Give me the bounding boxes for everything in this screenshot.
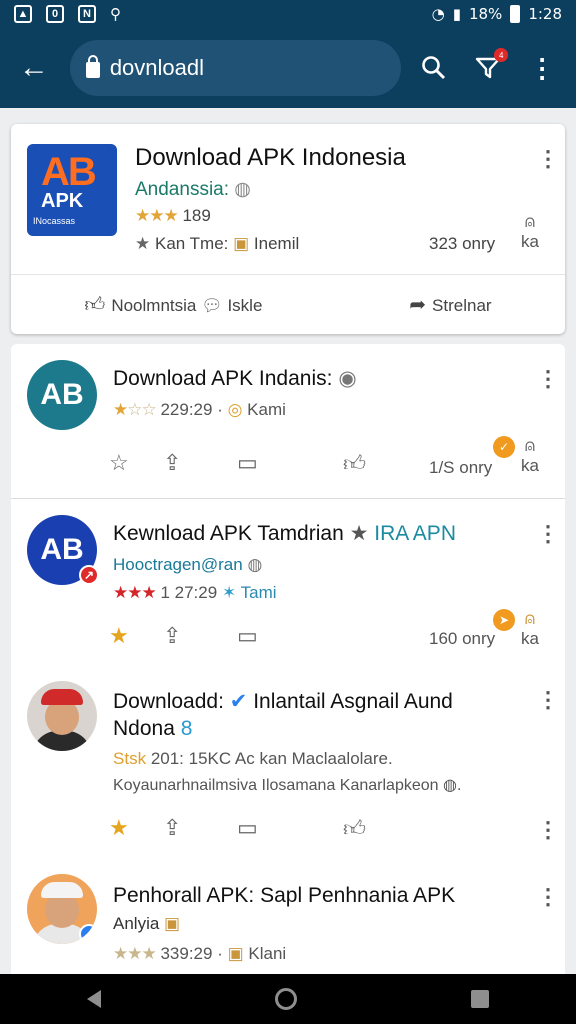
size-text: 323 onry	[429, 234, 496, 253]
item-rating: ★★★ 339:29 · ▣ Klani	[113, 944, 287, 963]
filter-button[interactable]: 4	[466, 46, 510, 90]
search-button[interactable]	[413, 46, 457, 90]
item-title[interactable]: Penhorall APK: Sapl Penhnania APK	[113, 884, 455, 908]
item-description-2: Koyaunarhnailmsiva Ilosamana Kanarlapkeo…	[113, 777, 462, 794]
nav-recents-icon[interactable]	[471, 990, 489, 1008]
item-subtitle: Hooctragen@ran ◍	[113, 555, 263, 574]
install-icon[interactable]: ⍝ ka	[521, 436, 539, 476]
search-query: dovnloadl	[109, 55, 204, 80]
thumbs-up-icon[interactable]: 👍︎	[343, 815, 366, 842]
comment-icon[interactable]: ▭	[237, 450, 258, 476]
more-options-icon[interactable]: ⋮	[537, 886, 559, 908]
back-arrow-icon[interactable]: ←	[12, 46, 56, 90]
item-title[interactable]: Downloadd: ✔ Inlantail Asgnail Aund	[113, 689, 453, 714]
thumbs-up-icon: 👍︎	[84, 293, 106, 316]
check-badge-icon: ✓	[493, 436, 515, 458]
item-rating: ★★★ 1 27:29 ✶ Tami	[113, 583, 277, 602]
featured-actions: 👍︎ Noolmntsia 💬︎ Iskle ➦ Strelnar	[11, 274, 565, 334]
more-options-icon[interactable]: ⋮	[537, 523, 559, 545]
signal-icon: ▮	[452, 5, 461, 23]
status-bar: ▲ 0 N ⚲ ◔ ▮ 18% 1:28	[0, 0, 576, 28]
list-item[interactable]: ✓ Penhorall APK: Sapl Penhnania APK Anly…	[11, 854, 565, 974]
update-badge-icon: ➤	[493, 609, 515, 631]
more-options-icon[interactable]: ⋮	[537, 689, 559, 711]
item-title[interactable]: Kewnload APK Tamdrian ★ IRA APN	[113, 521, 456, 546]
app-title[interactable]: Download APK Indonesia	[135, 144, 406, 172]
size-text: 1/S onry	[429, 458, 493, 477]
more-options-icon[interactable]: ⋮	[537, 819, 559, 841]
notification-icons: ▲ 0 N ⚲	[14, 5, 121, 23]
list-item[interactable]: AB Download APK Indanis: ◉ ★☆☆ 229:29 · …	[11, 344, 565, 498]
image-icon: ▲	[14, 5, 32, 23]
install-icon[interactable]: ⍝ ka	[521, 609, 539, 649]
wifi-icon: ◔	[431, 5, 445, 23]
app-icon: N	[78, 5, 96, 23]
search-icon	[422, 56, 446, 80]
list-item[interactable]: AB ↗ Kewnload APK Tamdrian ★ IRA APN Hooc…	[11, 499, 565, 669]
coin-icon: ◎	[227, 400, 243, 419]
size-text: 160 onry	[429, 629, 496, 648]
more-options-icon[interactable]: ⋮	[537, 368, 559, 390]
app-avatar: AB ↗	[27, 515, 99, 585]
results-list: AB APK INocassas Download APK Indonesia …	[0, 108, 576, 974]
like-button[interactable]: 👍︎ Noolmntsia 💬︎ Iskle	[84, 293, 262, 317]
rating-row: ★★★ 189	[135, 206, 211, 225]
meta-row: ★ Kan Tme: ▣ Inemil	[135, 234, 300, 253]
star-button[interactable]: ★	[109, 815, 129, 841]
battery-icon	[510, 5, 521, 23]
item-title-line2: Ndona 8	[113, 717, 193, 740]
star-badge-icon: ✶	[221, 583, 237, 602]
item-rating: ★☆☆ 229:29 · ◎ Kami	[113, 400, 286, 419]
usb-icon: ⚲	[110, 6, 121, 23]
badge-icon: 0	[46, 5, 64, 23]
share-icon[interactable]: ⇪	[163, 623, 181, 649]
comment-icon[interactable]: ▭	[237, 815, 258, 841]
filter-badge: 4	[494, 48, 509, 62]
featured-app-card[interactable]: AB APK INocassas Download APK Indonesia …	[11, 124, 565, 334]
user-avatar: ✓	[27, 874, 97, 944]
app-subtitle: Andanssia: ◍	[135, 179, 251, 200]
star-rating-icon: ★★★	[135, 206, 179, 225]
comment-icon: 💬︎	[201, 295, 223, 315]
clock: 1:28	[528, 5, 562, 23]
more-options-icon[interactable]: ⋮	[537, 148, 559, 170]
share-icon[interactable]: ⇪	[163, 815, 181, 841]
item-title[interactable]: Download APK Indanis: ◉	[113, 366, 357, 391]
star-button[interactable]: ☆	[109, 450, 129, 476]
verified-icon: ✔	[229, 690, 248, 713]
nav-back-icon[interactable]	[87, 990, 101, 1008]
overflow-menu-icon[interactable]: ⋮	[520, 46, 564, 90]
share-icon[interactable]: ⇪	[163, 450, 181, 476]
nav-home-icon[interactable]	[275, 988, 297, 1010]
box-icon: ▣	[233, 234, 250, 253]
thumbs-up-icon[interactable]: 👍︎	[343, 450, 366, 477]
star-button[interactable]: ★	[109, 623, 129, 649]
lock-icon	[85, 55, 100, 78]
item-description: Stsk 201: 15KC Ac kan Maclaalolare.	[113, 749, 393, 768]
share-button[interactable]: ➦ Strelnar	[409, 292, 491, 317]
comment-icon[interactable]: ▭	[237, 623, 258, 649]
app-bar: ← dovnloadl 4 ⋮	[0, 28, 576, 108]
app-icon: AB APK INocassas	[27, 144, 117, 236]
battery-percent: 18%	[468, 5, 503, 23]
app-avatar: AB	[27, 360, 97, 430]
list-item[interactable]: Downloadd: ✔ Inlantail Asgnail Aund Ndon…	[11, 669, 565, 849]
system-nav-bar	[0, 974, 576, 1024]
item-subtitle: Anlyia ▣	[113, 914, 181, 933]
search-field[interactable]: dovnloadl	[69, 40, 401, 96]
share-icon: ➦	[409, 294, 427, 316]
app-list: AB Download APK Indanis: ◉ ★☆☆ 229:29 · …	[11, 344, 565, 974]
install-icon[interactable]: ⍝ ka	[521, 212, 539, 252]
user-avatar	[27, 681, 97, 751]
